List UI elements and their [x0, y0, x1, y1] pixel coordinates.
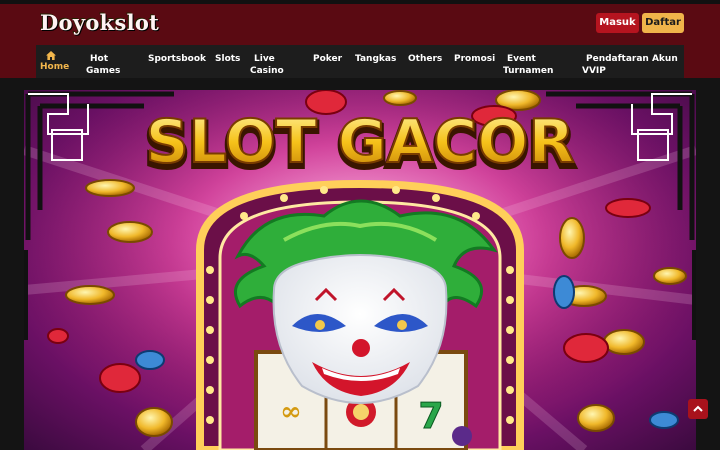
svg-text:7: 7	[418, 396, 443, 437]
svg-text:∞: ∞	[280, 397, 302, 427]
banner-headline: SLOT GACOR	[145, 107, 574, 177]
login-button[interactable]: Masuk	[596, 13, 639, 33]
nav-item-label: Poker	[313, 54, 343, 64]
nav-item-label: Slots	[215, 54, 241, 64]
nav-item-label-line2: VVIP	[582, 66, 606, 76]
hero-banner[interactable]: ∞ 7 SLOT GACOR SLOT GACOR	[24, 90, 696, 450]
scroll-top-button[interactable]	[688, 399, 708, 419]
nav-item-label: Home	[40, 62, 70, 72]
nav-item-label-line2: Turnamen	[503, 66, 554, 76]
nav-item-slots[interactable]: Slots	[215, 53, 240, 65]
nav-item-label-line1: Hot	[90, 54, 109, 64]
nav-item-label: Tangkas	[355, 54, 397, 64]
nav-item-sportsbook[interactable]: Sportsbook	[148, 53, 206, 65]
main-nav: Home Hot Games Sportsbook Slots Live Cas…	[36, 45, 684, 81]
nav-item-home[interactable]: Home	[40, 51, 69, 73]
nav-item-live-casino[interactable]: Live Casino	[250, 53, 284, 77]
nav-item-label-line2: Games	[86, 66, 121, 76]
banner-art: ∞ 7 SLOT GACOR SLOT GACOR	[24, 90, 696, 450]
nav-item-label: Promosi	[454, 54, 496, 64]
nav-item-others[interactable]: Others	[408, 53, 442, 65]
home-icon	[46, 51, 56, 60]
nav-item-label-line1: Pendaftaran Akun	[586, 54, 678, 64]
site-header: Doyokslot Masuk Daftar Home Hot Games Sp…	[0, 4, 720, 81]
register-button[interactable]: Daftar	[642, 13, 684, 33]
chevron-up-icon	[693, 405, 703, 412]
nav-item-vvip-registration[interactable]: Pendaftaran Akun VVIP	[582, 53, 678, 77]
nav-item-hot-games[interactable]: Hot Games	[86, 53, 120, 77]
nav-item-label: Sportsbook	[148, 54, 206, 64]
nav-item-tangkas[interactable]: Tangkas	[355, 53, 396, 65]
nav-item-poker[interactable]: Poker	[313, 53, 342, 65]
site-logo[interactable]: Doyokslot	[40, 10, 159, 35]
nav-item-promosi[interactable]: Promosi	[454, 53, 495, 65]
nav-item-label-line2: Casino	[250, 66, 284, 76]
nav-item-label-line1: Event	[507, 54, 536, 64]
nav-item-label: Others	[408, 54, 443, 64]
nav-item-event-turnamen[interactable]: Event Turnamen	[503, 53, 553, 77]
nav-item-label-line1: Live	[254, 54, 275, 64]
